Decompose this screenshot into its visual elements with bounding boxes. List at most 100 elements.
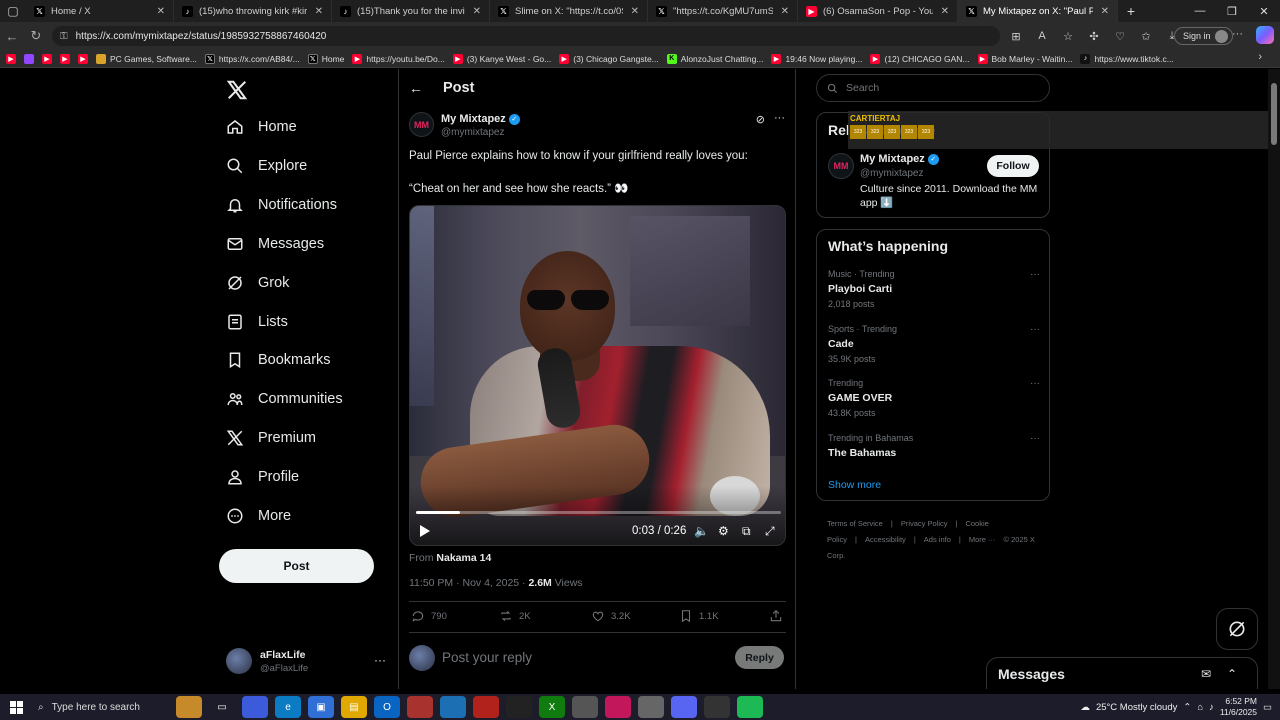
network-icon[interactable]: ⌂ [1197, 702, 1203, 713]
browser-tab[interactable]: ♪ (15)Thank you for the invite @2x ✕ [332, 0, 490, 22]
reply-button[interactable]: Reply [735, 646, 784, 669]
new-tab-button[interactable]: + [1118, 3, 1144, 19]
minimize-icon[interactable]: — [1184, 0, 1216, 22]
trend-item[interactable]: Music · Trending Playboi Carti 2,018 posts… [828, 269, 1040, 309]
bookmark-item[interactable]: ▶ [6, 53, 16, 64]
sign-in-button[interactable]: Sign in [1174, 27, 1233, 45]
bookmark-action[interactable]: 1.1K [679, 609, 719, 623]
bookmark-item[interactable]: 𝕏 Home [307, 53, 344, 64]
share-action[interactable] [769, 609, 783, 623]
tray-overflow-icon[interactable]: ⌃ [1183, 702, 1191, 713]
app-available-icon[interactable]: ⊞ [1006, 26, 1026, 46]
page-scrollbar[interactable] [1268, 69, 1280, 689]
back-icon[interactable]: ← [0, 29, 24, 44]
author-avatar[interactable]: MM [409, 112, 434, 137]
url-field[interactable]: ⚿ https://x.com/mymixtapez/status/198593… [52, 26, 1000, 46]
nav-item-home[interactable]: Home [226, 113, 297, 141]
bookmark-item[interactable]: PC Games, Software... [96, 53, 197, 64]
reply-action[interactable]: 790 [411, 609, 447, 623]
grok-explain-icon[interactable]: ⊘ [756, 113, 765, 126]
close-tab-icon[interactable]: ✕ [781, 6, 789, 17]
bookmark-item[interactable]: ▶ [78, 53, 88, 64]
search-input[interactable]: Search [816, 74, 1050, 102]
site-info-icon[interactable]: ⚿ [60, 31, 68, 42]
volume-icon[interactable]: 🔈 [694, 524, 709, 538]
messages-drawer[interactable]: Messages ✉ ⌃ [986, 657, 1258, 689]
play-icon[interactable] [420, 525, 430, 537]
close-tab-icon[interactable]: ✕ [473, 6, 481, 17]
taskbar-search[interactable]: ⌕ Type here to search [32, 694, 168, 720]
bookmark-item[interactable]: ▶ https://youtu.be/Do... [352, 53, 445, 64]
store-icon[interactable]: ▣ [308, 696, 334, 718]
account-switcher[interactable]: aFlaxLife @aFlaxLife ··· [226, 645, 386, 677]
video-progress-bar[interactable] [416, 511, 781, 514]
close-window-icon[interactable]: ✕ [1248, 0, 1280, 22]
nav-item-profile[interactable]: Profile [226, 463, 299, 491]
trend-more-icon[interactable]: ··· [1030, 433, 1040, 444]
close-tab-icon[interactable]: ✕ [157, 6, 165, 17]
extensions-icon[interactable]: ✣ [1084, 26, 1104, 46]
trend-more-icon[interactable]: ··· [1030, 269, 1040, 280]
browser-essentials-icon[interactable]: ♡ [1110, 26, 1130, 46]
footer-link[interactable]: Ads info [924, 535, 951, 544]
trend-item[interactable]: Trending GAME OVER 43.8K posts ··· [828, 378, 1040, 418]
follow-button[interactable]: Follow [987, 155, 1039, 177]
from-name[interactable]: Nakama 14 [436, 552, 491, 564]
trend-more-icon[interactable]: ··· [1030, 324, 1040, 335]
bookmark-item[interactable]: K AlonzoJust Chatting... [666, 53, 763, 64]
nav-item-notifications[interactable]: Notifications [226, 191, 337, 219]
footer-link[interactable]: Privacy Policy [901, 519, 948, 528]
close-tab-icon[interactable]: ✕ [1101, 6, 1109, 17]
post-button[interactable]: Post [219, 549, 374, 583]
nav-item-lists[interactable]: Lists [226, 308, 288, 336]
footer-link[interactable]: More ··· [969, 535, 996, 544]
favorites-icon[interactable]: ✩ [1136, 26, 1156, 46]
bookmark-item[interactable]: ▶ 19:46 Now playing... [771, 53, 862, 64]
close-tab-icon[interactable]: ✕ [631, 6, 639, 17]
browser-tab[interactable]: ▶ (6) OsamaSon - Pop - YouTube ✕ [798, 0, 958, 22]
nav-item-explore[interactable]: Explore [226, 152, 307, 180]
bookmark-item[interactable]: ♪ https://www.tiktok.c... [1080, 53, 1174, 64]
trend-item[interactable]: Trending in Bahamas The Bahamas ··· [828, 433, 1040, 459]
new-message-icon[interactable]: ✉ [1201, 667, 1211, 681]
clock[interactable]: 6:52 PM 11/6/2025 [1220, 696, 1257, 718]
nav-item-premium[interactable]: Premium [226, 424, 316, 452]
search-highlight-icon[interactable] [176, 696, 202, 718]
reply-input[interactable]: Post your reply [442, 650, 532, 665]
bookmarks-overflow-icon[interactable]: › [1258, 51, 1262, 63]
author-handle[interactable]: @mymixtapez [441, 127, 505, 138]
relevant-person-avatar[interactable]: MM [828, 153, 854, 179]
pip-icon[interactable]: ⧉ [742, 524, 751, 539]
nav-item-more[interactable]: More [226, 502, 291, 530]
trend-item[interactable]: Sports · Trending Cade 35.9K posts ··· [828, 324, 1040, 364]
app-icon[interactable] [638, 696, 664, 718]
browser-tab[interactable]: 𝕏 "https://t.co/KgMU7umSkm" / X ✕ [648, 0, 798, 22]
read-aloud-icon[interactable]: A [1032, 26, 1052, 46]
app-icon[interactable] [605, 696, 631, 718]
start-button[interactable] [0, 694, 32, 720]
relevant-person-name[interactable]: My Mixtapez ✓ [860, 153, 939, 165]
app-icon[interactable] [572, 696, 598, 718]
footer-link[interactable]: Terms of Service [827, 519, 883, 528]
bookmark-item[interactable]: ▶ (3) Chicago Gangste... [559, 53, 659, 64]
author-name[interactable]: My Mixtapez ✓ [441, 113, 520, 125]
bookmark-item[interactable]: 𝕏https://x.com/AB84/... [204, 53, 300, 64]
nav-item-grok[interactable]: Grok [226, 269, 289, 297]
notifications-tray-icon[interactable]: ▭ [1263, 702, 1272, 713]
volume-tray-icon[interactable]: ♪ [1209, 702, 1214, 713]
video-settings-icon[interactable]: ⚙ [718, 524, 729, 538]
xbox-icon[interactable]: X [539, 696, 565, 718]
tab-actions-icon[interactable]: ▢ [0, 0, 26, 22]
nav-item-communities[interactable]: Communities [226, 385, 343, 413]
browser-tab[interactable]: 𝕏 Slime on X: "https://t.co/0SZ1qS ✕ [490, 0, 648, 22]
discord-icon[interactable] [671, 696, 697, 718]
bookmark-item[interactable]: ▶ (3) Kanye West - Go... [452, 53, 551, 64]
x-logo-icon[interactable] [226, 79, 248, 101]
favorite-star-icon[interactable]: ☆ [1058, 26, 1078, 46]
nav-item-messages[interactable]: Messages [226, 230, 324, 258]
browser-tab[interactable]: ♪ (15)who throwing kirk #kirkified ✕ [174, 0, 332, 22]
show-more-link[interactable]: Show more [828, 479, 881, 491]
bookmark-item[interactable]: ▶ (12) CHICAGO GAN... [870, 53, 970, 64]
scrollbar-thumb[interactable] [1271, 83, 1277, 145]
maximize-icon[interactable]: ❐ [1216, 0, 1248, 22]
